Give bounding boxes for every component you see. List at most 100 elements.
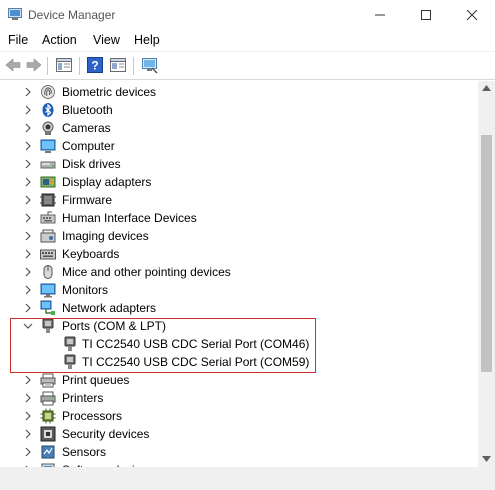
tree-category[interactable]: Sensors (0, 443, 478, 461)
tree-item-label: Mice and other pointing devices (62, 265, 231, 279)
monitor-icon (40, 283, 56, 298)
menu-action[interactable]: Action (42, 33, 77, 47)
show-hide-console-tree-icon[interactable] (55, 56, 73, 74)
scroll-up-arrow-icon[interactable] (482, 85, 491, 91)
tree-category[interactable]: Network adapters (0, 299, 478, 317)
tree-item-label: Processors (62, 409, 123, 423)
tree-category[interactable]: Bluetooth (0, 101, 478, 119)
tree-category[interactable]: Human Interface Devices (0, 209, 478, 227)
tree-item-label: Imaging devices (62, 229, 149, 243)
tree-category[interactable]: Printers (0, 389, 478, 407)
hid-icon (40, 211, 56, 224)
tree-category[interactable]: Processors (0, 407, 478, 425)
chevron-right-icon[interactable] (23, 303, 33, 313)
tree-item-label: Firmware (62, 193, 112, 207)
tree-category[interactable]: Computer (0, 137, 478, 155)
mouse-icon (43, 265, 53, 279)
tree-category[interactable]: Monitors (0, 281, 478, 299)
chevron-right-icon[interactable] (23, 447, 33, 457)
tree-category[interactable]: Keyboards (0, 245, 478, 263)
tree-category[interactable]: Imaging devices (0, 227, 478, 245)
window-title: Device Manager (28, 8, 116, 22)
chevron-right-icon[interactable] (23, 87, 33, 97)
bluetooth-icon (42, 103, 54, 117)
tree-item-label: Disk drives (62, 157, 121, 171)
tree-item-label: Print queues (62, 373, 130, 387)
toolbar-separator (47, 57, 48, 75)
toolbar: ? (0, 52, 495, 80)
tree-item-label: Cameras (62, 121, 111, 135)
vertical-scroll-thumb[interactable] (481, 135, 492, 372)
menu-bar: File Action View Help (0, 30, 495, 52)
printer-icon (40, 391, 56, 406)
print-queue-icon (40, 373, 56, 388)
chevron-right-icon[interactable] (23, 411, 33, 421)
tree-category[interactable]: Cameras (0, 119, 478, 137)
chevron-right-icon[interactable] (23, 177, 33, 187)
menu-file[interactable]: File (8, 33, 28, 47)
tree-category[interactable]: Disk drives (0, 155, 478, 173)
processor-icon (40, 408, 56, 424)
imaging-icon (40, 229, 56, 243)
tree-item-label: Human Interface Devices (62, 211, 197, 225)
keyboard-icon (40, 249, 56, 260)
horizontal-scrollbar[interactable] (0, 467, 478, 484)
tree-category[interactable]: Display adapters (0, 173, 478, 191)
svg-text:?: ? (91, 59, 98, 73)
chevron-right-icon[interactable] (23, 285, 33, 295)
device-manager-icon (8, 8, 22, 20)
firmware-icon (40, 193, 56, 207)
maximize-icon (421, 10, 431, 20)
camera-icon (42, 121, 54, 135)
disk-drive-icon (40, 161, 56, 169)
tree-item-label: Printers (62, 391, 104, 405)
title-bar: Device Manager (0, 0, 495, 30)
tree-item-label: Network adapters (62, 301, 157, 315)
chevron-right-icon[interactable] (23, 267, 33, 277)
minimize-button[interactable] (357, 0, 403, 30)
chevron-right-icon[interactable] (23, 123, 33, 133)
network-adapter-icon (40, 300, 55, 315)
properties-icon[interactable] (109, 56, 127, 74)
forward-arrow-icon[interactable] (25, 56, 43, 74)
chevron-right-icon[interactable] (23, 249, 33, 259)
chevron-right-icon[interactable] (23, 393, 33, 403)
toolbar-separator (133, 57, 134, 75)
display-adapter-icon (40, 176, 56, 188)
scan-hardware-changes-icon[interactable] (141, 56, 159, 74)
status-bar (0, 484, 478, 490)
tree-item-label: Monitors (62, 283, 109, 297)
chevron-right-icon[interactable] (23, 231, 33, 241)
tree-category[interactable]: Firmware (0, 191, 478, 209)
fingerprint-icon (41, 85, 55, 99)
scrollbar-corner (478, 467, 495, 490)
chevron-right-icon[interactable] (23, 375, 33, 385)
sensor-icon (41, 445, 55, 459)
chevron-right-icon[interactable] (23, 429, 33, 439)
maximize-button[interactable] (403, 0, 449, 30)
chevron-right-icon[interactable] (23, 105, 33, 115)
back-arrow-icon[interactable] (4, 56, 22, 74)
minimize-icon (375, 14, 385, 16)
tree-category[interactable]: Biometric devices (0, 83, 478, 101)
toolbar-separator (79, 57, 80, 75)
tree-item-label: Sensors (62, 445, 107, 459)
help-icon[interactable]: ? (86, 56, 104, 74)
tree-category[interactable]: Security devices (0, 425, 478, 443)
tree-category[interactable]: Print queues (0, 371, 478, 389)
chevron-right-icon[interactable] (23, 141, 33, 151)
security-icon (40, 426, 56, 442)
chevron-right-icon[interactable] (23, 195, 33, 205)
highlight-box (10, 318, 316, 373)
chevron-right-icon[interactable] (23, 159, 33, 169)
chevron-right-icon[interactable] (23, 213, 33, 223)
tree-item-label: Bluetooth (62, 103, 113, 117)
device-tree: Biometric devices Bluetooth Cameras Compute… (0, 81, 478, 467)
close-button[interactable] (449, 0, 495, 30)
menu-help[interactable]: Help (134, 33, 160, 47)
tree-item-label: Keyboards (62, 247, 120, 261)
tree-category[interactable]: Mice and other pointing devices (0, 263, 478, 281)
scroll-down-arrow-icon[interactable] (482, 456, 491, 462)
menu-view[interactable]: View (93, 33, 120, 47)
tree-item-label: Biometric devices (62, 85, 157, 99)
